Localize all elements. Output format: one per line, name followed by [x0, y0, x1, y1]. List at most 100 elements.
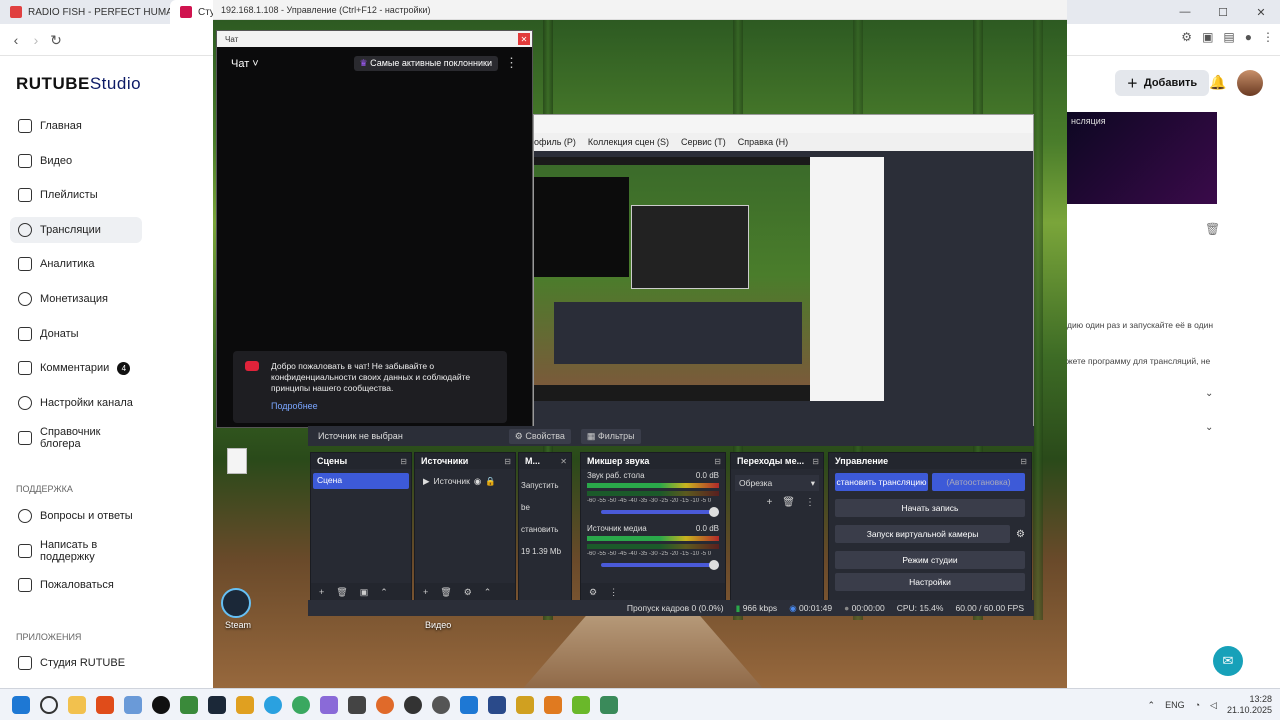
- settings-button[interactable]: Настройки: [835, 573, 1025, 591]
- app-icon[interactable]: [600, 695, 618, 714]
- remove-transition-icon[interactable]: 🗑: [782, 497, 795, 508]
- chat-menu-icon[interactable]: ⋮: [505, 55, 518, 71]
- properties-button[interactable]: ⚙ Свойства: [508, 428, 571, 444]
- chat-selector[interactable]: Чат ˅: [231, 58, 259, 70]
- add-source-icon[interactable]: +: [423, 587, 428, 597]
- lock-icon[interactable]: 🔒: [485, 476, 496, 487]
- studio-mode-button[interactable]: Режим студии: [835, 551, 1025, 569]
- start-virtual-camera-button[interactable]: Запуск виртуальной камеры: [835, 525, 1011, 543]
- steam-icon[interactable]: [208, 695, 226, 714]
- forward-icon[interactable]: ›: [26, 30, 46, 50]
- media-launch[interactable]: Запустить: [521, 475, 569, 497]
- sidebar-item-faq[interactable]: Вопросы и ответы: [10, 503, 142, 529]
- app-icon[interactable]: [516, 695, 534, 714]
- volume-icon[interactable]: ◁: [1210, 700, 1217, 711]
- delete-icon[interactable]: 🗑: [1205, 222, 1220, 236]
- avatar[interactable]: [1237, 70, 1263, 96]
- support-chat-button[interactable]: ✉: [1213, 646, 1243, 676]
- add-transition-icon[interactable]: +: [766, 497, 772, 508]
- app-icon[interactable]: [460, 695, 478, 714]
- obs-icon[interactable]: [152, 695, 170, 714]
- app-icon[interactable]: [348, 695, 366, 714]
- close-button[interactable]: ✕: [1242, 0, 1280, 24]
- menu-help[interactable]: Справка (H): [738, 137, 788, 147]
- source-item[interactable]: ▶ Источник ◉ 🔒: [417, 473, 513, 489]
- filters-button[interactable]: ▦ Фильтры: [580, 428, 641, 444]
- app-icon[interactable]: [320, 695, 338, 714]
- maximize-button[interactable]: ☐: [1204, 0, 1242, 24]
- sidebar-item-playlists[interactable]: Плейлисты: [10, 182, 142, 208]
- transition-menu-icon[interactable]: ⋮: [805, 497, 815, 508]
- dock-menu-icon[interactable]: ⊟: [400, 457, 407, 466]
- app-icon[interactable]: [432, 695, 450, 714]
- sidebar-item-monetization[interactable]: Монетизация: [10, 286, 142, 312]
- volume-slider[interactable]: [601, 560, 719, 570]
- app-icon[interactable]: [124, 695, 142, 714]
- chat-close-button[interactable]: ✕: [518, 33, 530, 45]
- stop-stream-button[interactable]: становить трансляцию: [835, 473, 928, 491]
- collections-icon[interactable]: ▣: [1202, 30, 1213, 44]
- menu-icon[interactable]: ⋮: [1262, 30, 1274, 44]
- menu-tools[interactable]: Сервис (T): [681, 137, 726, 147]
- dock-menu-icon[interactable]: ⊟: [504, 457, 511, 466]
- sidebar-icon[interactable]: ▤: [1223, 30, 1234, 44]
- move-up-icon[interactable]: ⌃: [484, 587, 492, 598]
- app-icon[interactable]: [544, 695, 562, 714]
- app-icon[interactable]: [404, 695, 422, 714]
- visibility-eye-icon[interactable]: ◉: [474, 476, 481, 487]
- dock-menu-icon[interactable]: ⊟: [812, 457, 819, 466]
- browser-tab-music[interactable]: RADIO FISH - PERFECT HUMAN (feat...: [0, 0, 170, 24]
- clock[interactable]: 13:28 21.10.2025: [1227, 694, 1272, 716]
- menu-scene-collection[interactable]: Коллекция сцен (S): [588, 137, 669, 147]
- app-icon[interactable]: [292, 695, 310, 714]
- extensions-icon[interactable]: ⚙: [1181, 30, 1192, 44]
- chevron-down-icon[interactable]: ⌄: [1205, 388, 1213, 399]
- sidebar-item-blogger-guide[interactable]: Справочник блогера: [10, 425, 142, 451]
- profile-icon[interactable]: ●: [1245, 30, 1252, 44]
- start-recording-button[interactable]: Начать запись: [835, 499, 1025, 517]
- sidebar-item-video[interactable]: Видео: [10, 148, 142, 174]
- sidebar-item-channel-settings[interactable]: Настройки канала: [10, 390, 142, 416]
- tray-overflow-icon[interactable]: ⌃: [1148, 700, 1156, 711]
- sidebar-item-write-support[interactable]: Написать в поддержку: [10, 538, 142, 564]
- obs-preview[interactable]: [534, 157, 884, 401]
- notifications-bell-icon[interactable]: 🔔: [1209, 74, 1226, 91]
- auto-stop-button[interactable]: (Автоостановка): [932, 473, 1025, 491]
- sidebar-item-donations[interactable]: Донаты: [10, 321, 142, 347]
- volume-slider[interactable]: [601, 507, 719, 517]
- remove-source-icon[interactable]: 🗑: [440, 587, 451, 598]
- mixer-settings-icon[interactable]: ⚙: [589, 587, 597, 598]
- sidebar-item-broadcasts[interactable]: Трансляции: [10, 217, 142, 243]
- app-icon[interactable]: [180, 695, 198, 714]
- more-link[interactable]: Подробнее: [271, 401, 497, 412]
- menu-profile[interactable]: офиль (P): [534, 137, 576, 147]
- scene-item[interactable]: Сцена: [313, 473, 409, 489]
- dock-menu-icon[interactable]: ⊟: [714, 457, 721, 466]
- back-icon[interactable]: ‹: [6, 30, 26, 50]
- sidebar-item-studio-app[interactable]: Студия RUTUBE: [10, 650, 142, 676]
- sidebar-item-report[interactable]: Пожаловаться: [10, 572, 142, 598]
- add-scene-icon[interactable]: +: [319, 587, 324, 597]
- steam-icon[interactable]: [221, 588, 251, 618]
- file-icon[interactable]: [227, 448, 247, 474]
- brave-icon[interactable]: [96, 695, 114, 714]
- chevron-down-icon[interactable]: ⌄: [1205, 422, 1213, 433]
- app-icon[interactable]: [236, 695, 254, 714]
- minimize-button[interactable]: —: [1166, 0, 1204, 24]
- app-icon[interactable]: [572, 695, 590, 714]
- start-icon[interactable]: [12, 695, 30, 714]
- remove-scene-icon[interactable]: 🗑: [336, 587, 347, 598]
- media-install[interactable]: становить: [521, 519, 569, 541]
- dock-menu-icon[interactable]: ⊟: [1020, 457, 1027, 466]
- app-icon[interactable]: [488, 695, 506, 714]
- scene-filter-icon[interactable]: ▣: [360, 587, 369, 598]
- reload-icon[interactable]: ↻: [46, 30, 66, 50]
- source-settings-icon[interactable]: ⚙: [464, 587, 472, 598]
- lang-indicator[interactable]: ENG: [1165, 700, 1185, 710]
- transition-select[interactable]: Обрезка ▾: [735, 475, 819, 491]
- mixer-menu-icon[interactable]: ⋮: [609, 587, 618, 598]
- telegram-icon[interactable]: [264, 695, 282, 714]
- add-button[interactable]: ＋ Добавить: [1115, 70, 1209, 96]
- top-fans-button[interactable]: ♛ Самые активные поклонники: [353, 56, 498, 71]
- search-icon[interactable]: [40, 695, 58, 714]
